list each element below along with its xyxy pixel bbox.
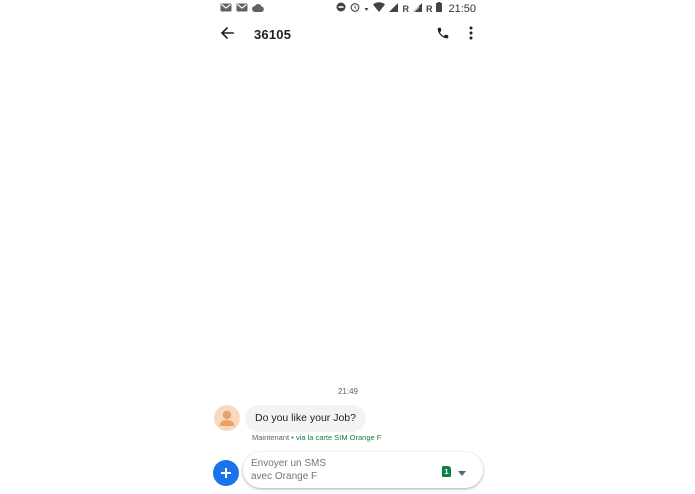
- signal-icon: [412, 2, 422, 15]
- gmail-icon: [220, 3, 232, 15]
- more-vert-icon: [469, 26, 473, 45]
- sim-selector-button[interactable]: 1: [442, 466, 451, 477]
- do-not-disturb-icon: [336, 2, 346, 15]
- avatar[interactable]: [214, 405, 240, 431]
- wifi-icon: [373, 2, 386, 15]
- roaming-indicator: R: [425, 3, 433, 14]
- back-button[interactable]: [216, 24, 238, 46]
- message-input-placeholder-sim: avec Orange F: [251, 471, 318, 482]
- compose-bar: Envoyer un SMS avec Orange F 1: [243, 452, 483, 488]
- message-input[interactable]: Envoyer un SMS avec Orange F: [251, 457, 421, 483]
- plus-icon: [220, 464, 232, 482]
- call-button[interactable]: [432, 24, 454, 46]
- signal-icon: [389, 2, 399, 15]
- status-bar: R R 21:50: [208, 0, 488, 18]
- status-bar-left: [220, 3, 264, 15]
- data-arrows-icon: [364, 3, 369, 15]
- status-bar-right: R R 21:50: [336, 2, 476, 15]
- add-attachment-button[interactable]: [213, 460, 239, 486]
- person-icon: [214, 410, 240, 431]
- roaming-indicator: R: [402, 3, 409, 14]
- arrow-back-icon: [220, 26, 234, 45]
- status-bar-time: 21:50: [448, 2, 476, 15]
- arrow-drop-down-icon: [458, 463, 466, 481]
- message-meta: Maintenant • via la carte SIM Orange F: [252, 433, 381, 442]
- gmail-icon: [236, 3, 248, 15]
- message-input-placeholder: Envoyer un SMS: [251, 458, 327, 469]
- message-bubble[interactable]: Do you like your Job?: [245, 405, 366, 432]
- message-meta-time: Maintenant: [252, 433, 290, 442]
- message-timestamp: 21:49: [337, 387, 359, 396]
- conversation-title: 36105: [254, 27, 292, 42]
- sim-card-number: 1: [444, 467, 449, 476]
- sim-dropdown-button[interactable]: [456, 468, 468, 476]
- more-options-button[interactable]: [460, 24, 482, 46]
- conversation-toolbar: 36105: [208, 18, 488, 52]
- battery-icon: [436, 2, 443, 15]
- cloud-icon: [252, 3, 264, 15]
- phone-screen: R R 21:50 36105 21:49 Do you like your J…: [208, 0, 488, 494]
- phone-icon: [436, 26, 450, 45]
- message-meta-sim: • via la carte SIM Orange F: [289, 433, 382, 442]
- alarm-icon: [350, 2, 360, 15]
